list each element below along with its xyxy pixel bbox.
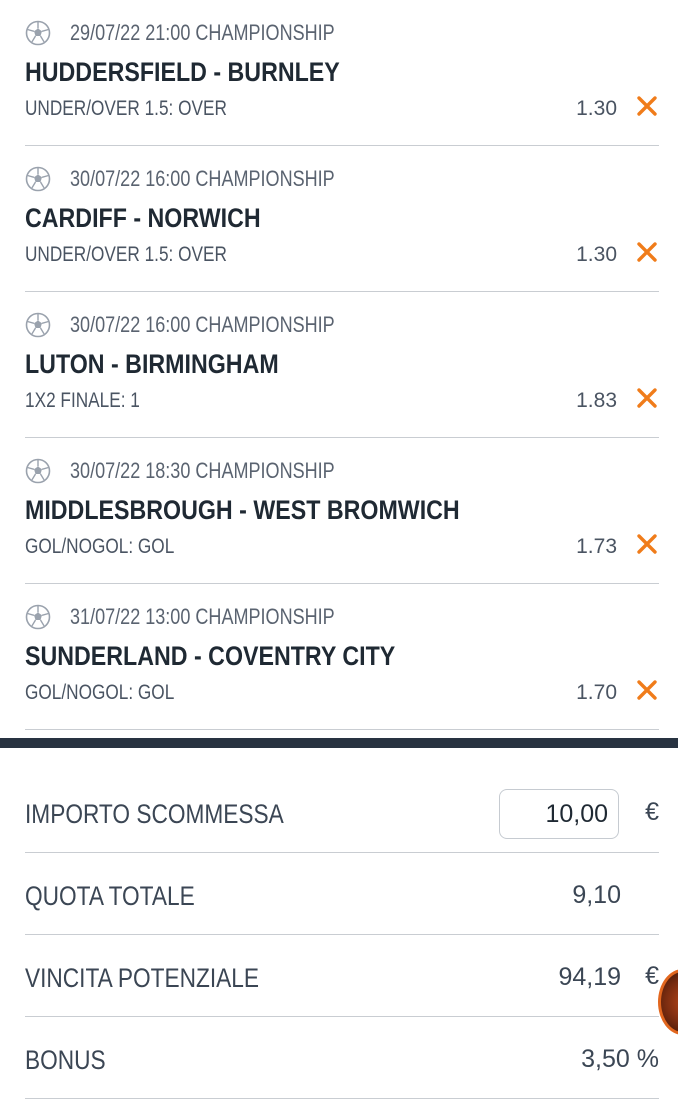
bet-item: 31/07/22 13:00 CHAMPIONSHIP SUNDERLAND -… [25,584,659,730]
soccer-ball-icon [25,20,51,46]
bet-odd: 1.30 [576,243,617,266]
stake-input[interactable]: 10,00 [499,789,619,839]
betslip-page: 29/07/22 21:00 CHAMPIONSHIP HUDDERSFIELD… [0,0,678,1106]
bet-teams: HUDDERSFIELD - BURNLEY [25,57,340,87]
bet-odd: 1.73 [576,535,617,558]
stake-row: IMPORTO SCOMMESSA 10,00 € [25,771,659,853]
bet-market: UNDER/OVER 1.5: OVER [25,97,227,120]
soccer-ball-icon [25,604,51,630]
close-icon[interactable] [635,678,659,702]
soccer-ball-icon [25,312,51,338]
bet-market: 1X2 FINALE: 1 [25,389,140,412]
close-icon[interactable] [635,240,659,264]
bet-meta: 29/07/22 21:00 CHAMPIONSHIP [25,20,393,46]
potential-win-currency: € [645,962,659,990]
close-icon[interactable] [635,94,659,118]
bet-meta: 30/07/22 16:00 CHAMPIONSHIP [25,312,393,338]
bet-list: 29/07/22 21:00 CHAMPIONSHIP HUDDERSFIELD… [0,0,678,730]
stake-label: IMPORTO SCOMMESSA [25,799,284,829]
bet-teams: CARDIFF - NORWICH [25,203,261,233]
total-odds-row: QUOTA TOTALE 9,10 [25,853,659,935]
bet-odd: 1.30 [576,97,617,120]
bet-item: 29/07/22 21:00 CHAMPIONSHIP HUDDERSFIELD… [25,0,659,146]
bet-item: 30/07/22 16:00 CHAMPIONSHIP CARDIFF - NO… [25,146,659,292]
bet-market: GOL/NOGOL: GOL [25,535,175,558]
potential-win-value: 94,19 [558,963,621,991]
potential-win-row: VINCITA POTENZIALE 94,19 € [25,935,659,1017]
bet-item: 30/07/22 16:00 CHAMPIONSHIP LUTON - BIRM… [25,292,659,438]
section-divider [0,738,678,748]
bet-teams: SUNDERLAND - COVENTRY CITY [25,641,396,671]
bet-datetime-league: 30/07/22 16:00 CHAMPIONSHIP [70,312,335,337]
bet-odd: 1.83 [576,389,617,412]
potential-win-label: VINCITA POTENZIALE [25,963,259,993]
chat-bubble-icon[interactable] [658,969,678,1035]
bet-datetime-league: 31/07/22 13:00 CHAMPIONSHIP [70,604,335,629]
bonus-row: BONUS 3,50 % [25,1017,659,1099]
bet-odd: 1.70 [576,681,617,704]
bet-meta: 30/07/22 16:00 CHAMPIONSHIP [25,166,393,192]
bet-market: GOL/NOGOL: GOL [25,681,175,704]
close-icon[interactable] [635,386,659,410]
bet-datetime-league: 29/07/22 21:00 CHAMPIONSHIP [70,20,335,45]
bonus-label: BONUS [25,1045,106,1075]
stake-currency: € [645,798,659,826]
soccer-ball-icon [25,458,51,484]
stake-value[interactable]: 10,00 [545,800,608,829]
bet-item: 30/07/22 18:30 CHAMPIONSHIP MIDDLESBROUG… [25,438,659,584]
bet-teams: MIDDLESBROUGH - WEST BROMWICH [25,495,460,525]
bet-datetime-league: 30/07/22 18:30 CHAMPIONSHIP [70,458,335,483]
close-icon[interactable] [635,532,659,556]
soccer-ball-icon [25,166,51,192]
bet-meta: 30/07/22 18:30 CHAMPIONSHIP [25,458,393,484]
betslip-summary: IMPORTO SCOMMESSA 10,00 € QUOTA TOTALE 9… [25,771,659,1099]
bet-market: UNDER/OVER 1.5: OVER [25,243,227,266]
bet-meta: 31/07/22 13:00 CHAMPIONSHIP [25,604,393,630]
bet-teams: LUTON - BIRMINGHAM [25,349,279,379]
total-odds-value: 9,10 [572,881,621,909]
total-odds-label: QUOTA TOTALE [25,881,195,911]
bonus-value: 3,50 % [581,1045,659,1073]
bet-datetime-league: 30/07/22 16:00 CHAMPIONSHIP [70,166,335,191]
